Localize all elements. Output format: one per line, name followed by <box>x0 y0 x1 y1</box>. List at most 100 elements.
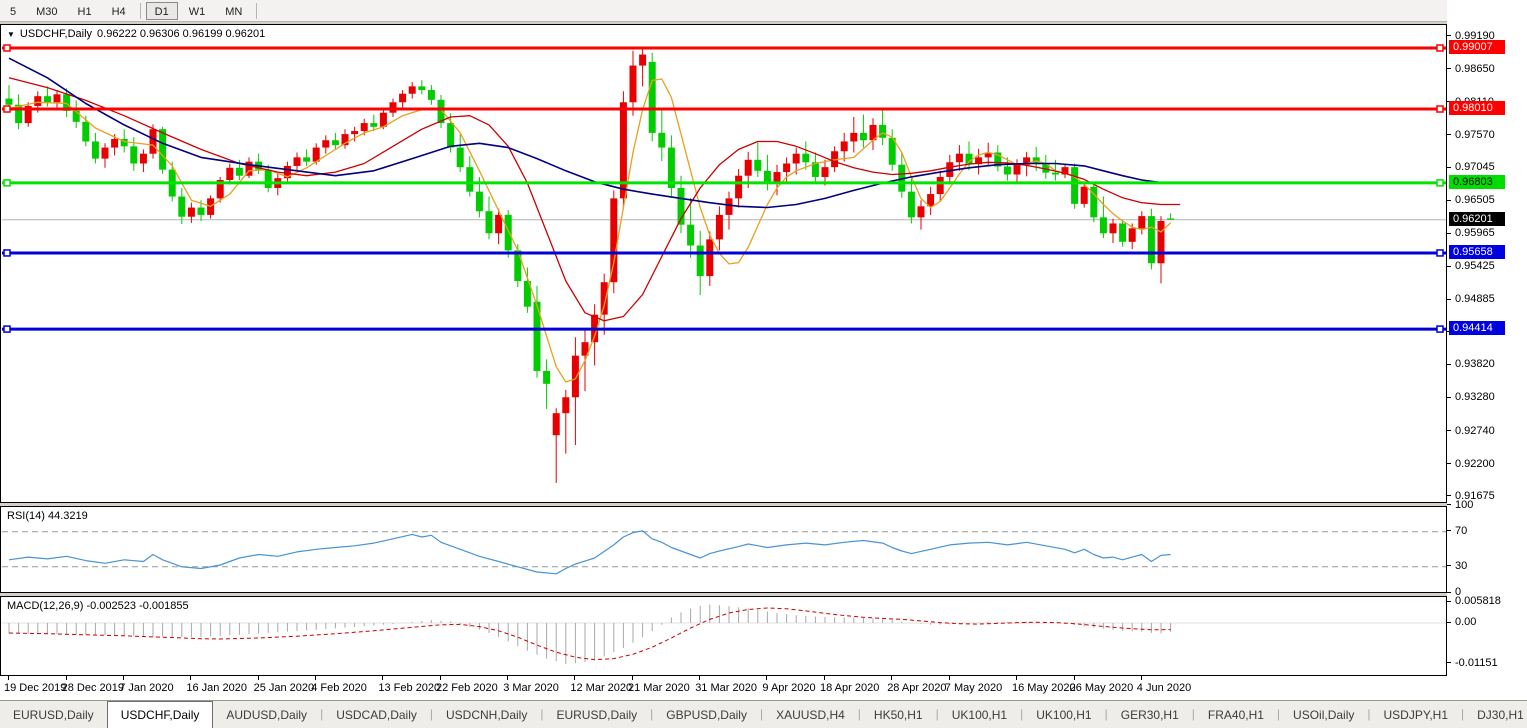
date-tick-mark <box>891 676 893 680</box>
axis-tick-mark <box>1447 530 1451 532</box>
candle-body <box>629 65 637 103</box>
hline-handle[interactable] <box>3 249 11 257</box>
axis-tick-mark <box>1447 591 1451 593</box>
date-tick-mark <box>382 676 384 680</box>
chevron-down-icon[interactable]: ▼ <box>7 30 15 39</box>
toolbar-separator <box>139 2 141 19</box>
macd-canvas[interactable] <box>1 597 1446 675</box>
candle-body <box>571 355 579 398</box>
candle-body <box>475 191 483 212</box>
chart-tabs-bar: EURUSD,Daily USDCHF,Daily AUDUSD,Daily | USD… <box>0 700 1527 728</box>
tab-gbpusd-daily[interactable]: GBPUSD,Daily <box>653 703 760 728</box>
hline-handle[interactable] <box>3 105 11 113</box>
timeframe-button-d1[interactable]: D1 <box>145 1 178 20</box>
date-tick-mark <box>8 676 9 680</box>
date-axis-label: 31 Mar 2020 <box>695 682 757 694</box>
hline-handle[interactable] <box>1436 325 1444 333</box>
axis-tick-mark <box>1447 565 1451 567</box>
candle-body <box>802 153 810 163</box>
candle-body <box>178 196 186 217</box>
macd-axis-label: 0.00 <box>1455 616 1477 628</box>
axis-tick-mark <box>1447 134 1451 136</box>
tab-usdcnh-daily[interactable]: USDCNH,Daily <box>433 703 540 728</box>
tab-hk50-h1[interactable]: HK50,H1 <box>861 703 936 728</box>
price-axis-label: 0.98650 <box>1455 62 1495 75</box>
macd-panel[interactable]: MACD(12,26,9) -0.002523 -0.001855 <box>0 596 1447 676</box>
date-axis-label: 7 May 2020 <box>944 682 1003 694</box>
timeframe-button-h1[interactable]: H1 <box>69 2 101 20</box>
date-tick-mark <box>766 676 768 680</box>
hline-handle[interactable] <box>1436 249 1444 257</box>
date-axis-label: 12 Mar 2020 <box>570 682 633 694</box>
candle-body <box>351 131 359 135</box>
hline-handle[interactable] <box>3 44 11 52</box>
date-tick-mark <box>574 676 576 680</box>
candle-body <box>418 86 426 91</box>
timeframe-button-w1[interactable]: W1 <box>180 2 215 20</box>
toolbar-separator <box>256 2 258 19</box>
axis-tick-mark <box>1447 463 1451 465</box>
tab-eurusd-daily[interactable]: EURUSD,Daily <box>543 703 650 728</box>
tab-xauusd-h4[interactable]: XAUUSD,H4 <box>763 703 858 728</box>
date-axis[interactable]: 19 Dec 2019 28 Dec 2019 7 Jan 2020 16 Jan 2… <box>0 676 1447 700</box>
hline-handle[interactable] <box>3 325 11 333</box>
candle-body <box>783 163 791 173</box>
candle-body <box>495 214 503 234</box>
candle-body <box>389 102 397 113</box>
hline-handle[interactable] <box>3 179 11 187</box>
candle-body <box>1051 172 1059 175</box>
timeframe-button-h4[interactable]: H4 <box>103 2 135 20</box>
macd-axis-label: 0.005818 <box>1455 595 1501 608</box>
tab-uk100-h1[interactable]: UK100,H1 <box>939 703 1020 728</box>
chart-symbol-label: USDCHF,Daily <box>19 28 93 40</box>
timeframe-button-m30[interactable]: M30 <box>27 2 66 20</box>
candle-body <box>1119 223 1127 242</box>
timeframe-button-mn[interactable]: MN <box>216 2 251 20</box>
candle-body <box>1109 223 1117 234</box>
tab-usdcad-daily[interactable]: USDCAD,Daily <box>323 703 430 728</box>
candle-body <box>907 191 915 218</box>
date-axis-label: 19 Dec 2019 <box>4 682 67 694</box>
price-chart-panel[interactable]: ▼ USDCHF,Daily 0.96222 0.96306 0.96199 0… <box>0 24 1447 503</box>
hline-handle[interactable] <box>1436 179 1444 187</box>
candle-body <box>303 157 311 162</box>
tab-uk100-h1[interactable]: UK100,H1 <box>1023 703 1104 728</box>
candle-body <box>466 167 474 192</box>
hline-handle[interactable] <box>1436 105 1444 113</box>
hline-handle[interactable] <box>1436 44 1444 52</box>
price-axis-label: 0.97045 <box>1455 161 1495 174</box>
price-axis-label: 0.93280 <box>1455 391 1495 404</box>
axis-tick-mark <box>1447 232 1451 234</box>
timeframe-button-5[interactable]: 5 <box>1 2 25 20</box>
tab-fra40-h1[interactable]: FRA40,H1 <box>1195 703 1277 728</box>
tab-audusd-daily[interactable]: AUDUSD,Daily <box>213 703 320 728</box>
candle-body <box>360 123 368 132</box>
axis-tick-mark <box>1447 166 1451 168</box>
axis-tick-mark <box>1447 35 1451 37</box>
tab-eurusd-daily[interactable]: EURUSD,Daily <box>0 703 107 728</box>
candle-body <box>1167 218 1175 220</box>
rsi-canvas[interactable] <box>1 507 1446 592</box>
rsi-axis-label: 70 <box>1455 524 1468 537</box>
tab-usdjpy-h1[interactable]: USDJPY,H1 <box>1371 703 1461 728</box>
tab-usoil-daily[interactable]: USOil,Daily <box>1280 703 1367 728</box>
candle-body <box>139 153 147 164</box>
price-axis[interactable]: 0.991900.986500.981100.975700.970450.965… <box>1447 0 1527 700</box>
rsi-panel[interactable]: RSI(14) 44.3219 <box>0 506 1447 593</box>
price-chart-canvas[interactable] <box>1 25 1446 502</box>
price-badge-0.99007: 0.99007 <box>1449 40 1505 54</box>
tab-dj30-h1[interactable]: DJ30,H1 <box>1464 703 1527 728</box>
candle-body <box>543 370 551 384</box>
chart-ohlc-values: 0.96222 0.96306 0.96199 0.96201 <box>97 28 266 40</box>
axis-tick-mark <box>1447 265 1451 267</box>
tab-ger30-h1[interactable]: GER30,H1 <box>1108 703 1192 728</box>
tab-usdchf-daily[interactable]: USDCHF,Daily <box>106 701 214 728</box>
candle-body <box>552 413 560 436</box>
macd-histogram <box>8 604 1172 664</box>
candle-body <box>725 198 733 215</box>
candle-body <box>639 54 647 66</box>
timeframe-toolbar: 5 M30 H1 H4 D1 W1 MN <box>0 0 1527 22</box>
candle-body <box>936 176 944 195</box>
macd-axis-label: -0.01151 <box>1455 656 1498 669</box>
price-axis-label: 0.93820 <box>1455 358 1495 371</box>
